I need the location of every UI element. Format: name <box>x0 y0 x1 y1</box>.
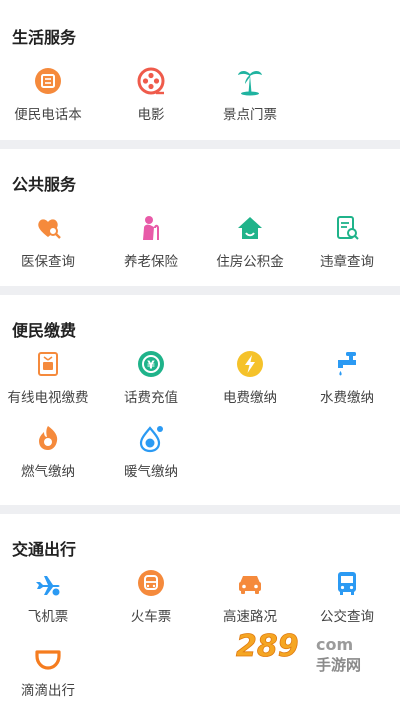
service-pension[interactable]: 养老保险 <box>101 213 201 270</box>
service-label: 飞机票 <box>27 609 69 625</box>
section-title: 生活服务 <box>12 28 77 47</box>
service-housing-fund[interactable]: 住房公积金 <box>200 213 300 270</box>
service-label: 景点门票 <box>223 107 277 123</box>
service-tickets[interactable]: 景点门票 <box>200 66 300 123</box>
service-violation-check[interactable]: 违章查询 <box>297 213 397 270</box>
service-label: 高速路况 <box>223 609 277 625</box>
phone-book-icon <box>35 68 61 94</box>
service-gas[interactable]: 燃气缴纳 <box>0 423 98 480</box>
section-divider <box>0 286 400 295</box>
service-movie[interactable]: 电影 <box>101 66 201 123</box>
section-public-services: 公共服务 医保查询 养老保险 住房公积金 违章查询 <box>0 149 400 286</box>
service-electricity[interactable]: 电费缴纳 <box>200 349 300 406</box>
section-title: 公共服务 <box>12 175 77 194</box>
section-divider <box>0 505 400 514</box>
heart-search-icon <box>38 219 61 239</box>
service-label: 燃气缴纳 <box>21 464 75 480</box>
svg-text:289: 289 <box>236 629 299 664</box>
service-label: 公交查询 <box>320 609 374 625</box>
service-bus[interactable]: 公交查询 <box>297 568 397 625</box>
airplane-icon <box>36 576 61 597</box>
water-drop-icon <box>139 426 163 453</box>
phone-charge-icon: ¥ <box>138 351 164 377</box>
service-didi[interactable]: 滴滴出行 <box>0 642 98 699</box>
service-phone-book[interactable]: 便民电话本 <box>0 66 98 123</box>
didi-icon <box>35 650 61 670</box>
svg-text:手游网: 手游网 <box>316 656 361 674</box>
faucet-icon <box>338 352 356 376</box>
section-title: 交通出行 <box>12 540 77 559</box>
train-icon <box>138 570 164 596</box>
car-icon <box>239 576 261 594</box>
service-label: 电费缴纳 <box>223 390 277 406</box>
service-train[interactable]: 火车票 <box>101 568 201 625</box>
section-divider <box>0 140 400 149</box>
elderly-icon <box>143 216 159 240</box>
flame-icon <box>39 426 58 450</box>
service-flights[interactable]: 飞机票 <box>0 568 98 625</box>
service-label: 暖气缴纳 <box>124 464 178 480</box>
service-label: 话费充值 <box>124 390 178 406</box>
svg-text:com: com <box>316 635 353 654</box>
tv-icon <box>38 352 58 376</box>
section-payments: 便民缴费 有线电视缴费 ¥ 话费充值 电费缴纳 水费缴纳 燃气缴纳 暖气缴纳 <box>0 295 400 505</box>
service-label: 医保查询 <box>21 254 75 270</box>
service-label: 便民电话本 <box>14 107 82 123</box>
service-phone-recharge[interactable]: ¥ 话费充值 <box>101 349 201 406</box>
film-reel-icon <box>137 67 165 95</box>
service-label: 住房公积金 <box>216 254 284 270</box>
watermark-logo: 289 com 手游网 <box>236 629 361 674</box>
document-search-icon <box>337 216 359 240</box>
service-label: 电影 <box>137 107 165 123</box>
section-title: 便民缴费 <box>12 321 77 340</box>
bus-icon <box>338 572 356 595</box>
service-highway[interactable]: 高速路况 <box>200 568 300 625</box>
service-label: 养老保险 <box>124 254 178 270</box>
service-cable-tv[interactable]: 有线电视缴费 <box>0 349 98 406</box>
service-label: 滴滴出行 <box>21 683 75 699</box>
service-label: 水费缴纳 <box>320 390 374 406</box>
lightning-icon <box>237 351 263 377</box>
service-label: 违章查询 <box>320 254 374 270</box>
house-icon <box>238 217 262 239</box>
service-heating[interactable]: 暖气缴纳 <box>101 423 201 480</box>
service-label: 有线电视缴费 <box>7 390 89 406</box>
palm-tree-icon <box>238 71 262 96</box>
svg-text:¥: ¥ <box>147 359 155 372</box>
service-water[interactable]: 水费缴纳 <box>297 349 397 406</box>
section-transportation: 交通出行 飞机票 火车票 高速路况 公交查询 滴滴出行 <box>0 514 400 711</box>
service-medical-insurance[interactable]: 医保查询 <box>0 213 98 270</box>
section-life-services: 生活服务 便民电话本 电影 景点门票 <box>0 0 400 140</box>
service-label: 火车票 <box>130 609 172 625</box>
